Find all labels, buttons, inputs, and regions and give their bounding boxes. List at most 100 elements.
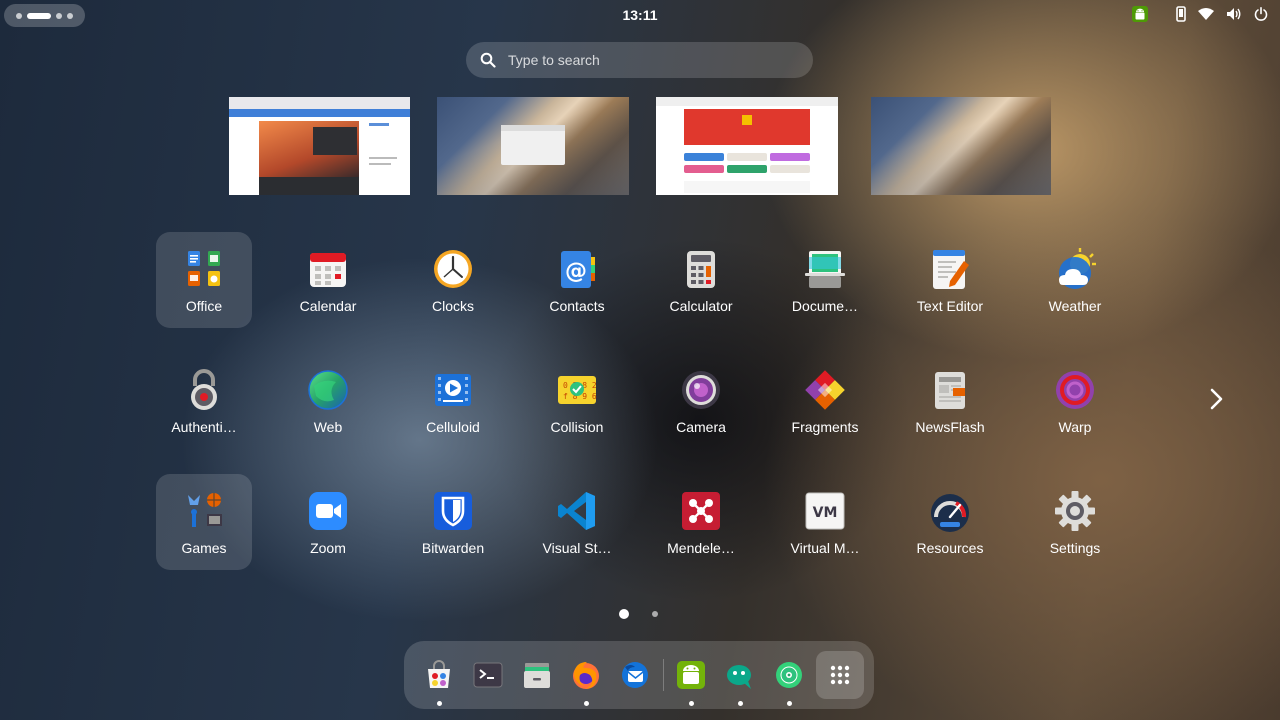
wifi-icon[interactable]: [1198, 7, 1214, 21]
system-tray[interactable]: [1132, 6, 1268, 22]
android-app-dock-button[interactable]: [667, 651, 715, 706]
search-bar[interactable]: [466, 42, 813, 78]
collision-icon: 0 7 8 2f 8 9 6: [555, 368, 599, 412]
games-folder-icon: [182, 489, 226, 533]
app-label: Celluloid: [426, 419, 480, 435]
app-label: Authenti…: [171, 419, 237, 435]
app-tile[interactable]: Web: [280, 353, 376, 449]
firefox-dock-button[interactable]: [562, 651, 610, 706]
chat-dock-button[interactable]: [716, 651, 764, 706]
app-label: Weather: [1048, 298, 1102, 314]
show-apps-dock-button[interactable]: [816, 651, 864, 699]
page-dot[interactable]: [652, 611, 658, 617]
calendar-icon: [306, 247, 350, 291]
vscode-icon: [555, 489, 599, 533]
app-label: Web: [313, 419, 343, 435]
desktop-window-thumbnail[interactable]: [437, 97, 629, 195]
app-label: Settings: [1049, 540, 1101, 556]
resources-icon: [928, 489, 972, 533]
desktop-window-thumbnail[interactable]: [871, 97, 1051, 195]
app-label: NewsFlash: [915, 419, 985, 435]
app-tile[interactable]: Resources: [902, 474, 998, 570]
virtual-machine-icon: VM: [803, 489, 847, 533]
app-tile[interactable]: Settings: [1027, 474, 1123, 570]
app-tile[interactable]: Warp: [1027, 353, 1123, 449]
app-label: Collision: [550, 419, 604, 435]
app-tile[interactable]: Visual St…: [529, 474, 625, 570]
dash-dock: [404, 641, 874, 709]
app-tile[interactable]: Camera: [653, 353, 749, 449]
running-indicator: [689, 701, 694, 706]
app-label: Zoom: [310, 540, 346, 556]
app-tile[interactable]: NewsFlash: [902, 353, 998, 449]
app-tile[interactable]: Weather: [1027, 232, 1123, 328]
app-tile[interactable]: Celluloid: [405, 353, 501, 449]
app-label: Camera: [676, 419, 726, 435]
running-indicator: [584, 701, 589, 706]
app-label: Games: [181, 540, 227, 556]
app-tile[interactable]: Calculator: [653, 232, 749, 328]
volume-icon[interactable]: [1226, 7, 1242, 21]
app-label: Virtual M…: [790, 540, 860, 556]
contacts-icon: @: [555, 247, 599, 291]
app-label: Clocks: [431, 298, 474, 314]
app-tile[interactable]: Text Editor: [902, 232, 998, 328]
page-indicator: [0, 608, 1280, 620]
app-tile[interactable]: Docume…: [777, 232, 873, 328]
app-tile[interactable]: VM Virtual M…: [777, 474, 873, 570]
android-icon[interactable]: [1132, 6, 1148, 22]
app-tile[interactable]: Zoom: [280, 474, 376, 570]
zoom-icon: [306, 489, 350, 533]
app-tile[interactable]: Clocks: [405, 232, 501, 328]
next-page-chevron-icon[interactable]: [1200, 382, 1234, 416]
phone-icon[interactable]: [1176, 6, 1186, 22]
app-label: Office: [185, 298, 223, 314]
clock-icon: [431, 247, 475, 291]
app-label: Docume…: [791, 298, 859, 314]
app-tile[interactable]: Calendar: [280, 232, 376, 328]
search-icon: [480, 52, 496, 68]
app-tile[interactable]: Office: [156, 232, 252, 328]
power-icon[interactable]: [1254, 7, 1268, 21]
search-input[interactable]: [506, 51, 790, 69]
document-scanner-icon: [803, 247, 847, 291]
celluloid-icon: [431, 368, 475, 412]
app-tile[interactable]: Authenti…: [156, 353, 252, 449]
app-tile[interactable]: 0 7 8 2f 8 9 6 Collision: [529, 353, 625, 449]
settings-gear-icon: [1053, 489, 1097, 533]
dock-separator: [663, 659, 664, 691]
app-tile[interactable]: Bitwarden: [405, 474, 501, 570]
software-dock-button[interactable]: [415, 651, 463, 706]
files-dock-button[interactable]: [513, 651, 561, 699]
thunderbird-dock-button[interactable]: [611, 651, 659, 699]
page-dot-active[interactable]: [619, 609, 629, 619]
app-label: Visual St…: [542, 540, 612, 556]
running-indicator: [437, 701, 442, 706]
app-label: Resources: [916, 540, 984, 556]
office-folder-icon: [182, 247, 226, 291]
app-label: Warp: [1058, 419, 1092, 435]
svg-text:@: @: [565, 259, 587, 284]
running-indicator: [738, 701, 743, 706]
camera-icon: [679, 368, 723, 412]
terminal-dock-button[interactable]: [464, 651, 512, 699]
warp-icon: [1053, 368, 1097, 412]
music-dock-button[interactable]: [765, 651, 813, 706]
app-tile[interactable]: Mendele…: [653, 474, 749, 570]
clock[interactable]: 13:11: [0, 7, 1280, 23]
calculator-icon: [679, 247, 723, 291]
app-tile[interactable]: Games: [156, 474, 252, 570]
app-tile[interactable]: @ Contacts: [529, 232, 625, 328]
top-bar: 13:11: [0, 0, 1280, 30]
running-indicator: [787, 701, 792, 706]
app-label: Bitwarden: [421, 540, 485, 556]
app-label: Text Editor: [916, 298, 984, 314]
app-tile[interactable]: Fragments: [777, 353, 873, 449]
text-editor-icon: [928, 247, 972, 291]
app-window-thumbnail[interactable]: [656, 97, 838, 195]
app-label: Calculator: [669, 298, 733, 314]
browser-window-thumbnail[interactable]: [229, 97, 410, 195]
app-label: Fragments: [791, 419, 859, 435]
authenticator-icon: [182, 368, 226, 412]
web-globe-icon: [306, 368, 350, 412]
